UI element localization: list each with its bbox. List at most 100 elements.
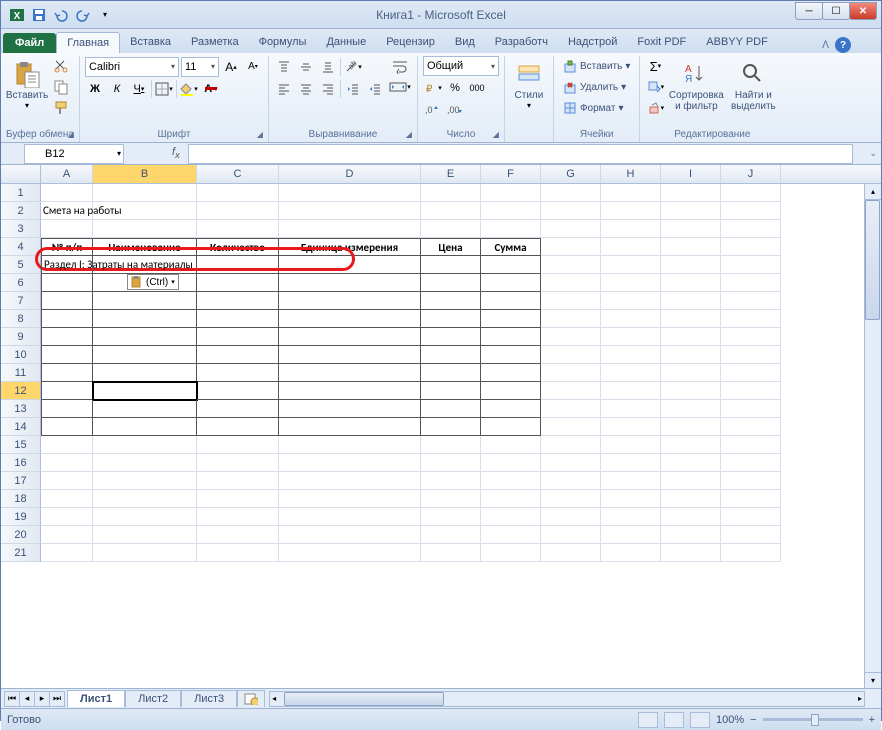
- cell-C2[interactable]: [197, 202, 279, 220]
- cell-E8[interactable]: [421, 310, 481, 328]
- cell-A18[interactable]: [41, 490, 93, 508]
- fx-icon[interactable]: fx: [172, 146, 180, 160]
- row-header-9[interactable]: 9: [1, 328, 41, 346]
- cell-C7[interactable]: [197, 292, 279, 310]
- cell-C12[interactable]: [197, 382, 279, 400]
- cut-button[interactable]: [51, 56, 71, 76]
- cell-A13[interactable]: [41, 400, 93, 418]
- cell-C1[interactable]: [197, 184, 279, 202]
- cell-A15[interactable]: [41, 436, 93, 454]
- cell-E1[interactable]: [421, 184, 481, 202]
- row-header-2[interactable]: 2: [1, 202, 41, 220]
- cell-D2[interactable]: [279, 202, 421, 220]
- fill-button[interactable]: ▾: [645, 77, 665, 97]
- cell-H12[interactable]: [601, 382, 661, 400]
- cell-F2[interactable]: [481, 202, 541, 220]
- cell-C19[interactable]: [197, 508, 279, 526]
- cell-B20[interactable]: [93, 526, 197, 544]
- cell-J17[interactable]: [721, 472, 781, 490]
- cell-F10[interactable]: [481, 346, 541, 364]
- page-break-view-button[interactable]: [690, 712, 710, 728]
- close-button[interactable]: ✕: [849, 2, 877, 20]
- cell-B7[interactable]: [93, 292, 197, 310]
- cell-J19[interactable]: [721, 508, 781, 526]
- cell-A6[interactable]: [41, 274, 93, 292]
- copy-button[interactable]: [51, 77, 71, 97]
- cell-G1[interactable]: [541, 184, 601, 202]
- row-header-10[interactable]: 10: [1, 346, 41, 364]
- cell-E17[interactable]: [421, 472, 481, 490]
- align-top-button[interactable]: [274, 57, 294, 77]
- cell-D20[interactable]: [279, 526, 421, 544]
- cell-D8[interactable]: [279, 310, 421, 328]
- cells-container[interactable]: Смета на работы№ п/пНаименованиеКоличест…: [41, 184, 864, 688]
- cell-I1[interactable]: [661, 184, 721, 202]
- cell-H21[interactable]: [601, 544, 661, 562]
- cell-J9[interactable]: [721, 328, 781, 346]
- cell-F16[interactable]: [481, 454, 541, 472]
- cell-E12[interactable]: [421, 382, 481, 400]
- cell-J16[interactable]: [721, 454, 781, 472]
- cell-J18[interactable]: [721, 490, 781, 508]
- col-header-I[interactable]: I: [661, 165, 721, 183]
- cell-E2[interactable]: [421, 202, 481, 220]
- cell-I18[interactable]: [661, 490, 721, 508]
- bold-button[interactable]: Ж: [85, 79, 105, 99]
- format-painter-button[interactable]: [51, 98, 71, 118]
- cell-A10[interactable]: [41, 346, 93, 364]
- new-sheet-button[interactable]: [237, 690, 265, 707]
- normal-view-button[interactable]: [638, 712, 658, 728]
- italic-button[interactable]: К: [107, 79, 127, 99]
- format-cells-button[interactable]: Формат ▾: [559, 98, 634, 118]
- cell-A12[interactable]: [41, 382, 93, 400]
- cell-H6[interactable]: [601, 274, 661, 292]
- row-header-5[interactable]: 5: [1, 256, 41, 274]
- cell-D9[interactable]: [279, 328, 421, 346]
- cell-I8[interactable]: [661, 310, 721, 328]
- cell-C17[interactable]: [197, 472, 279, 490]
- cell-F11[interactable]: [481, 364, 541, 382]
- tab-Данные[interactable]: Данные: [316, 32, 376, 53]
- cell-J12[interactable]: [721, 382, 781, 400]
- align-bottom-button[interactable]: [318, 57, 338, 77]
- shrink-font-button[interactable]: A▾: [243, 57, 263, 77]
- cell-I21[interactable]: [661, 544, 721, 562]
- cell-I3[interactable]: [661, 220, 721, 238]
- delete-cells-button[interactable]: Удалить ▾: [559, 77, 634, 97]
- cell-F1[interactable]: [481, 184, 541, 202]
- align-center-button[interactable]: [296, 79, 316, 99]
- cell-C18[interactable]: [197, 490, 279, 508]
- cell-B10[interactable]: [93, 346, 197, 364]
- cell-F7[interactable]: [481, 292, 541, 310]
- cell-I7[interactable]: [661, 292, 721, 310]
- cell-H9[interactable]: [601, 328, 661, 346]
- align-middle-button[interactable]: [296, 57, 316, 77]
- cell-H17[interactable]: [601, 472, 661, 490]
- sheet-tab-Лист3[interactable]: Лист3: [181, 690, 237, 707]
- cell-G10[interactable]: [541, 346, 601, 364]
- cell-C16[interactable]: [197, 454, 279, 472]
- cell-B19[interactable]: [93, 508, 197, 526]
- help-icon[interactable]: ?: [835, 37, 851, 53]
- cell-F8[interactable]: [481, 310, 541, 328]
- cell-I13[interactable]: [661, 400, 721, 418]
- cell-J2[interactable]: [721, 202, 781, 220]
- cell-E20[interactable]: [421, 526, 481, 544]
- sheet-nav-prev[interactable]: ◂: [19, 691, 35, 707]
- cell-H11[interactable]: [601, 364, 661, 382]
- cell-E21[interactable]: [421, 544, 481, 562]
- sort-filter-button[interactable]: AЯ Сортировка и фильтр: [668, 56, 724, 112]
- cell-E9[interactable]: [421, 328, 481, 346]
- row-header-12[interactable]: 12: [1, 382, 41, 400]
- cell-B2[interactable]: [93, 202, 197, 220]
- cell-B12[interactable]: [93, 382, 197, 400]
- cell-A19[interactable]: [41, 508, 93, 526]
- orientation-button[interactable]: ab▾: [343, 57, 363, 77]
- tab-Рецензир[interactable]: Рецензир: [376, 32, 445, 53]
- cell-G4[interactable]: [541, 238, 601, 256]
- cell-J6[interactable]: [721, 274, 781, 292]
- cell-C10[interactable]: [197, 346, 279, 364]
- cell-A7[interactable]: [41, 292, 93, 310]
- cell-I2[interactable]: [661, 202, 721, 220]
- cell-E15[interactable]: [421, 436, 481, 454]
